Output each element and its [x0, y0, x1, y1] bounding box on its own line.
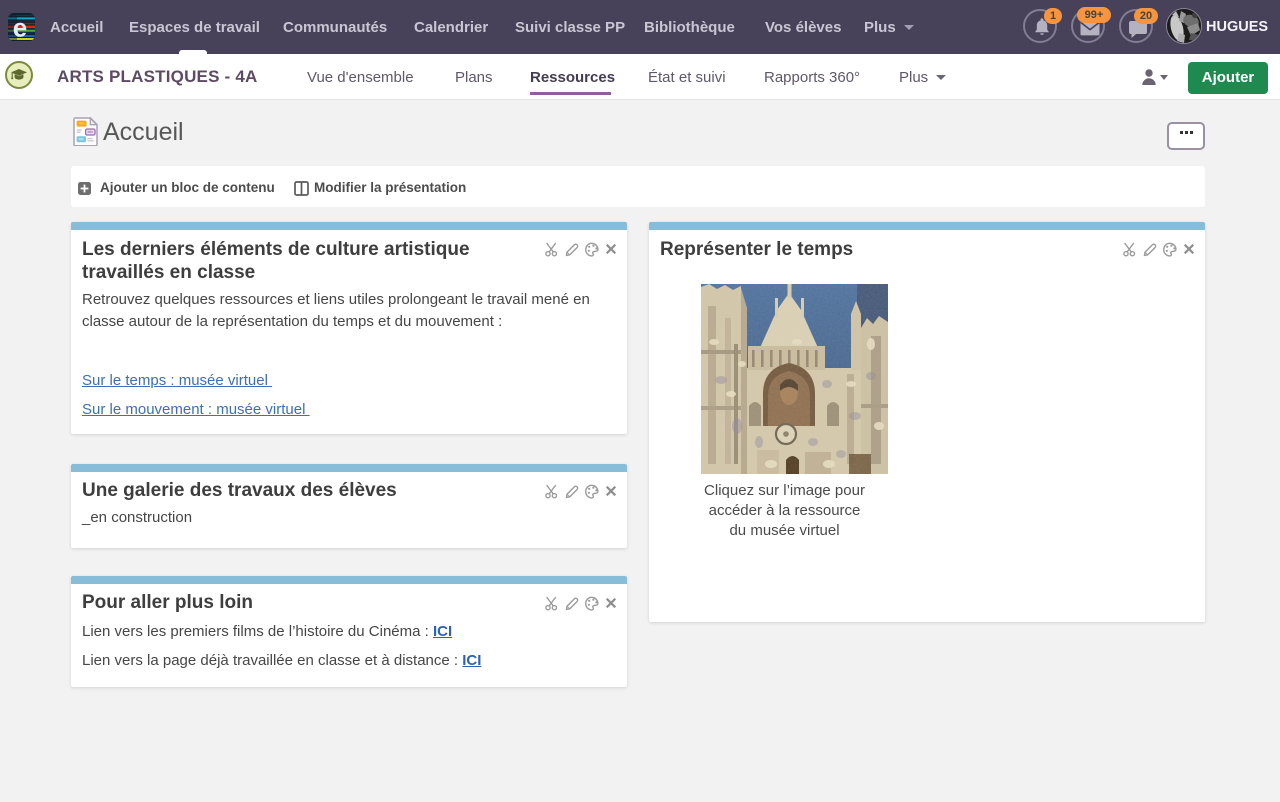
- svg-text:e: e: [13, 13, 27, 41]
